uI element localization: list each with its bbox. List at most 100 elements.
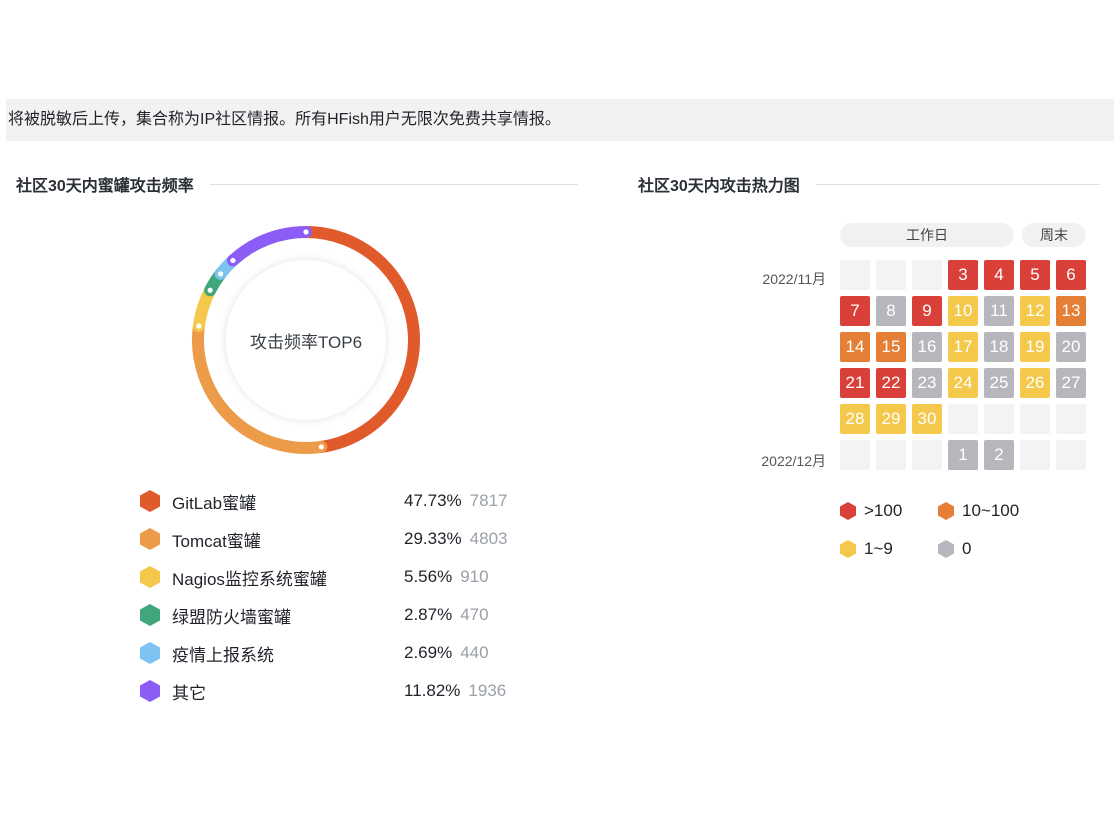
legend-item[interactable]: Tomcat蜜罐 29.33% 4803 [140,520,580,558]
heatmap-day-cell[interactable]: 24 [948,368,978,398]
donut-slice-end-dot [207,287,213,293]
donut-slice-end-dot [196,323,202,329]
heatmap-day-cell[interactable]: 12 [1020,296,1050,326]
heatmap-day-cell[interactable]: 9 [912,296,942,326]
heatmap-empty-cell [984,404,1014,434]
heatmap-day-cell[interactable]: 22 [876,368,906,398]
hexagon-icon [840,540,856,558]
legend-percent: 2.69% [404,643,453,662]
heatmap-legend-item[interactable]: 1~9 [840,539,893,559]
heatmap-day-cell[interactable]: 7 [840,296,870,326]
legend-percent: 5.56% [404,567,453,586]
legend-percent: 11.82% [404,681,461,700]
hexagon-icon [938,540,954,558]
heatmap-day-cell[interactable]: 25 [984,368,1014,398]
heatmap-empty-cell [1056,404,1086,434]
month-label-nov: 2022/11月 [762,271,826,287]
heatmap-legend-item[interactable]: 0 [938,539,971,559]
right-section-divider [815,183,1100,185]
legend-item[interactable]: Nagios监控系统蜜罐 5.56% 910 [140,558,580,596]
heatmap-day-cell[interactable]: 3 [948,260,978,290]
donut-slice-6[interactable] [226,226,312,267]
heatmap-day-cell[interactable]: 23 [912,368,942,398]
heatmap-legend-label: >100 [864,501,903,520]
heatmap-day-cell[interactable]: 17 [948,332,978,362]
legend-count: 7817 [469,491,508,510]
heatmap-empty-cell [876,260,906,290]
notice-banner: 将被脱敏后上传，集合称为IP社区情报。所有HFish用户无限次免费共享情报。 [6,99,1114,141]
hexagon-icon [840,502,856,520]
left-section-divider [209,183,578,185]
left-section-header: 社区30天内蜜罐攻击频率 [16,172,578,196]
legend-count: 440 [460,643,489,662]
heatmap-day-cell[interactable]: 5 [1020,260,1050,290]
legend-count: 470 [460,605,489,624]
heatmap-empty-cell [876,440,906,470]
heatmap-day-cell[interactable]: 1 [948,440,978,470]
right-section-title: 社区30天内攻击热力图 [638,178,800,195]
heatmap-day-cell[interactable]: 27 [1056,368,1086,398]
heatmap-day-cell[interactable]: 15 [876,332,906,362]
donut-slice-end-dot [318,444,324,450]
legend-item[interactable]: 绿盟防火墙蜜罐 2.87% 470 [140,596,580,634]
legend-count: 1936 [468,681,507,700]
hexagon-icon [140,604,160,626]
heatmap-legend-item[interactable]: >100 [840,501,902,521]
heatmap-empty-cell [912,260,942,290]
heatmap-day-cell[interactable]: 14 [840,332,870,362]
heatmap-day-cell[interactable]: 10 [948,296,978,326]
legend-label: Nagios监控系统蜜罐 [172,569,327,589]
legend-label: 其它 [172,683,206,703]
donut-center-label: 攻击频率TOP6 [249,332,363,352]
legend-label: 疫情上报系统 [172,645,274,665]
hexagon-icon [140,642,160,664]
heatmap-day-cell[interactable]: 4 [984,260,1014,290]
donut-slice-end-dot [303,229,309,235]
heatmap-legend-item[interactable]: 10~100 [938,501,1019,521]
legend-item[interactable]: GitLab蜜罐 47.73% 7817 [140,482,580,520]
heatmap-day-cell[interactable]: 2 [984,440,1014,470]
legend-label: GitLab蜜罐 [172,493,257,513]
heatmap-day-cell[interactable]: 26 [1020,368,1050,398]
heatmap-legend-label: 10~100 [962,501,1020,520]
workday-header: 工作日 [840,223,1014,247]
heatmap-day-cell[interactable]: 21 [840,368,870,398]
heatmap-day-cell[interactable]: 29 [876,404,906,434]
hexagon-icon [140,528,160,550]
legend-count: 910 [460,567,489,586]
heatmap-legend-label: 1~9 [864,539,893,558]
donut-slice-end-dot [230,257,236,264]
legend-item[interactable]: 其它 11.82% 1936 [140,672,580,710]
hexagon-icon [140,566,160,588]
weekend-header: 周末 [1022,223,1086,247]
legend-label: Tomcat蜜罐 [172,531,261,551]
heatmap-day-cell[interactable]: 13 [1056,296,1086,326]
heatmap-day-cell[interactable]: 30 [912,404,942,434]
heatmap-day-cell[interactable]: 19 [1020,332,1050,362]
left-section-title: 社区30天内蜜罐攻击频率 [16,178,194,195]
legend-label: 绿盟防火墙蜜罐 [172,607,291,627]
heatmap-empty-cell [1056,440,1086,470]
heatmap-day-cell[interactable]: 6 [1056,260,1086,290]
heatmap-day-cell[interactable]: 20 [1056,332,1086,362]
legend-percent: 47.73% [404,491,462,510]
donut-legend: GitLab蜜罐 47.73% 7817 Tomcat蜜罐 29.33% 4803 Nagi… [140,482,580,710]
hexagon-icon [140,680,160,702]
legend-item[interactable]: 疫情上报系统 2.69% 440 [140,634,580,672]
right-section-header: 社区30天内攻击热力图 [638,172,1100,196]
hexagon-icon [938,502,954,520]
heatmap-day-cell[interactable]: 18 [984,332,1014,362]
legend-percent: 29.33% [404,529,462,548]
heatmap-day-cell[interactable]: 16 [912,332,942,362]
month-label-dec: 2022/12月 [761,453,826,469]
heatmap-day-cell[interactable]: 28 [840,404,870,434]
heatmap-empty-cell [948,404,978,434]
heatmap-day-cell[interactable]: 8 [876,296,906,326]
hexagon-icon [140,490,160,512]
legend-percent: 2.87% [404,605,453,624]
heatmap-day-cell[interactable]: 11 [984,296,1014,326]
heatmap-empty-cell [1020,440,1050,470]
notice-text: 将被脱敏后上传，集合称为IP社区情报。所有HFish用户无限次免费共享情报。 [8,111,561,128]
heatmap-empty-cell [840,260,870,290]
heatmap-empty-cell [840,440,870,470]
